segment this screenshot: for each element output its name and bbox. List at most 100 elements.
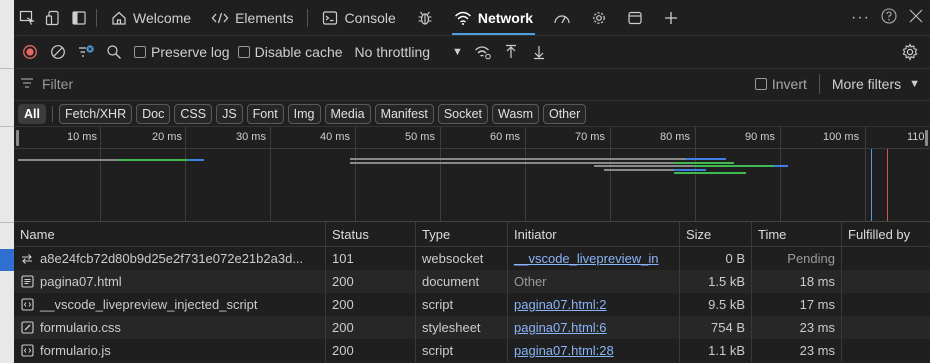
checkbox-box[interactable] (134, 46, 146, 58)
cell-type: websocket (416, 247, 508, 270)
tab-label: Console (344, 9, 396, 26)
device-emulation-icon[interactable] (40, 5, 66, 31)
more-filters-button[interactable]: More filters (832, 76, 901, 92)
tab-label: Elements (235, 9, 294, 26)
type-filter-socket[interactable]: Socket (437, 103, 489, 124)
disable-cache-label: Disable cache (254, 44, 343, 60)
tab-network[interactable]: Network (444, 0, 543, 35)
initiator-link[interactable]: pagina07.html:28 (514, 343, 614, 358)
cell-time: 18 ms (752, 270, 842, 293)
import-har-icon[interactable] (499, 40, 523, 64)
column-header-status[interactable]: Status (326, 222, 416, 246)
chevron-down-icon[interactable]: ▼ (909, 78, 920, 90)
search-button[interactable] (102, 40, 126, 64)
table-row[interactable]: pagina07.html 200 document Other 1.5 kB … (14, 270, 930, 293)
type-filter-font[interactable]: Font (246, 103, 284, 124)
tab-welcome[interactable]: Welcome (101, 0, 201, 35)
close-icon[interactable] (908, 8, 924, 27)
cell-status: 101 (326, 247, 416, 270)
column-header-name[interactable]: Name (14, 222, 326, 246)
table-row[interactable]: a8e24fcb72d80b9d25e2f731e072e21b2a3d... … (14, 247, 930, 270)
background-window-strip (0, 0, 14, 363)
tab-settings-gear[interactable] (581, 0, 617, 35)
column-header-type[interactable]: Type (416, 222, 508, 246)
invert-label: Invert (771, 76, 807, 92)
more-options-icon[interactable]: ··· (851, 9, 870, 27)
cell-fulfilled-by (842, 270, 930, 293)
code-brackets-icon (211, 10, 229, 26)
preserve-log-checkbox[interactable]: Preserve log (134, 44, 230, 60)
clear-button[interactable] (46, 40, 70, 64)
table-row[interactable]: formulario.css 200 stylesheet pagina07.h… (14, 316, 930, 339)
waterfall-bar (694, 165, 774, 167)
type-filter-doc[interactable]: Doc (136, 103, 171, 124)
cell-name: formulario.css (14, 316, 326, 339)
table-row[interactable]: __vscode_livepreview_injected_script 200… (14, 293, 930, 316)
column-header-initiator[interactable]: Initiator (508, 222, 680, 246)
type-filter-img[interactable]: Img (287, 103, 321, 124)
cell-time: 23 ms (752, 339, 842, 362)
waterfall-bar (604, 169, 674, 171)
export-har-icon[interactable] (527, 40, 551, 64)
performance-icon (553, 10, 571, 26)
disable-cache-checkbox[interactable]: Disable cache (237, 44, 343, 60)
table-row[interactable]: formulario.js 200 script pagina07.html:2… (14, 339, 930, 362)
tab-application[interactable] (617, 0, 653, 35)
initiator-link[interactable]: pagina07.html:6 (514, 320, 607, 335)
column-header-size[interactable]: Size (680, 222, 752, 246)
cell-fulfilled-by (842, 339, 930, 362)
waterfall-bar (594, 165, 694, 167)
type-filter-wasm[interactable]: Wasm (492, 103, 539, 124)
tab-performance[interactable] (543, 0, 581, 35)
type-filter-js[interactable]: JS (216, 103, 243, 124)
throttling-select[interactable]: No throttling (355, 44, 430, 60)
initiator-link[interactable]: pagina07.html:2 (514, 297, 607, 312)
chevron-down-icon[interactable]: ▼ (452, 46, 463, 58)
range-handle-left[interactable] (16, 130, 19, 146)
tick-line (440, 127, 441, 221)
column-header-fulfilled-by[interactable]: Fulfilled by (842, 222, 930, 246)
type-filter-css[interactable]: CSS (174, 103, 213, 124)
tick-line (355, 127, 356, 221)
cell-type: script (416, 293, 508, 316)
type-filter-other[interactable]: Other (542, 103, 587, 124)
range-handle-right[interactable] (925, 130, 928, 146)
tab-elements[interactable]: Elements (201, 0, 303, 35)
invert-checkbox[interactable]: Invert (754, 76, 807, 92)
network-overview-timeline[interactable]: 10 ms 20 ms 30 ms 40 ms 50 ms 60 ms 70 m… (14, 126, 930, 222)
filter-input[interactable]: Filter (20, 76, 73, 92)
table-header: Name Status Type Initiator Size Time Ful… (14, 222, 930, 247)
settings-gear-icon[interactable] (898, 40, 922, 64)
dock-side-icon[interactable] (66, 5, 92, 31)
help-icon[interactable] (880, 7, 898, 28)
tick-label: 30 ms (236, 131, 266, 143)
document-icon (20, 275, 34, 289)
type-filter-fetch-xhr[interactable]: Fetch/XHR (58, 103, 133, 124)
checkbox-box[interactable] (237, 46, 250, 58)
cell-initiator: pagina07.html:2 (508, 293, 680, 316)
waterfall-bar (350, 158, 686, 160)
checkbox-box[interactable] (754, 78, 767, 90)
network-conditions-icon[interactable] (471, 40, 495, 64)
cell-time: 17 ms (752, 293, 842, 316)
tab-label: Welcome (133, 9, 192, 26)
tick-label: 10 ms (67, 131, 97, 143)
type-filter-media[interactable]: Media (324, 103, 371, 124)
cell-name: __vscode_livepreview_injected_script (14, 293, 326, 316)
tick-label: 70 ms (575, 131, 605, 143)
type-filter-manifest[interactable]: Manifest (374, 103, 434, 124)
add-tool-button[interactable] (653, 0, 689, 35)
initiator-link[interactable]: __vscode_livepreview_in (514, 251, 659, 266)
cell-status: 200 (326, 316, 416, 339)
tick-line (185, 127, 186, 221)
window-icon (627, 10, 643, 26)
inspect-element-icon[interactable] (14, 5, 40, 31)
filter-toggle-button[interactable] (74, 40, 98, 64)
record-button[interactable] (18, 40, 42, 64)
tab-issues[interactable] (406, 0, 444, 35)
cell-size: 1.5 kB (680, 270, 752, 293)
type-filter-all[interactable]: All (18, 103, 46, 124)
tab-console[interactable]: Console (312, 0, 405, 35)
column-header-time[interactable]: Time (752, 222, 842, 246)
waterfall-bar (188, 159, 204, 161)
